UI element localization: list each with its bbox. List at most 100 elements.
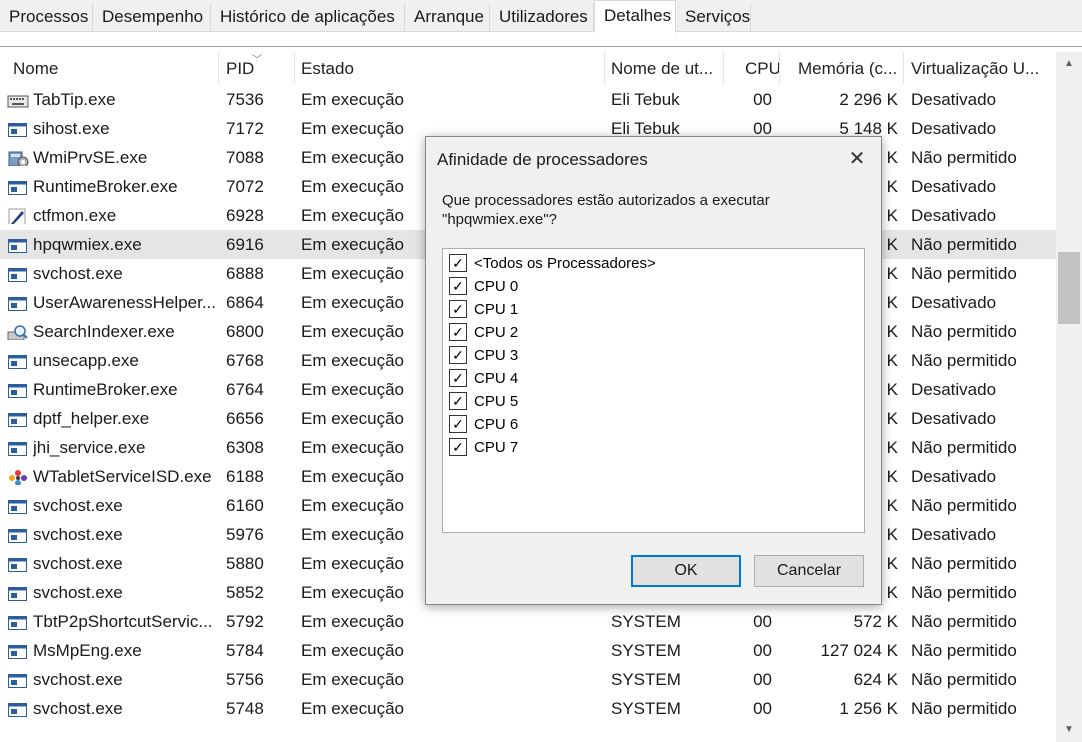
- tab-arranque[interactable]: Arranque: [405, 3, 490, 31]
- window-app-icon: [7, 380, 29, 398]
- process-pid: 5748: [226, 699, 264, 718]
- column-header-user[interactable]: Nome de ut...: [605, 52, 724, 84]
- process-virtualization: Desativado: [911, 293, 997, 312]
- process-name: RuntimeBroker.exe: [33, 380, 178, 399]
- close-icon[interactable]: ✕: [838, 144, 876, 174]
- table-row[interactable]: svchost.exe 5756 Em execução SYSTEM 00 624 K N…: [0, 665, 1056, 694]
- process-virtualization: Desativado: [911, 467, 997, 486]
- process-pid: 6928: [226, 206, 264, 225]
- tab-processos[interactable]: Processos: [0, 3, 93, 31]
- tab-historico[interactable]: Histórico de aplicações: [211, 3, 405, 31]
- process-cpu: 00: [753, 670, 772, 689]
- tab-desempenho[interactable]: Desempenho: [93, 3, 211, 31]
- process-name: svchost.exe: [33, 699, 123, 718]
- cpu-label: CPU 5: [474, 393, 519, 410]
- process-name: sihost.exe: [33, 119, 110, 138]
- tab-servicos[interactable]: Serviços: [676, 3, 751, 31]
- column-header-virtualization[interactable]: Virtualização U...: [904, 52, 1056, 84]
- scroll-down-icon[interactable]: ▼: [1056, 718, 1082, 742]
- process-pid: 6308: [226, 438, 264, 457]
- checkbox[interactable]: ✓: [449, 254, 467, 272]
- window-app-icon: [7, 119, 29, 137]
- process-name: dptf_helper.exe: [33, 409, 150, 428]
- process-pid: 7072: [226, 177, 264, 196]
- scroll-up-icon[interactable]: ▲: [1056, 52, 1082, 76]
- ok-button[interactable]: OK: [631, 555, 741, 587]
- checkbox[interactable]: ✓: [449, 277, 467, 295]
- cpu-label: CPU 3: [474, 347, 519, 364]
- process-user: SYSTEM: [611, 699, 681, 718]
- column-header-name[interactable]: Nome: [0, 52, 219, 84]
- checkbox[interactable]: ✓: [449, 392, 467, 410]
- checkbox[interactable]: ✓: [449, 415, 467, 433]
- checkbox[interactable]: ✓: [449, 438, 467, 456]
- table-row[interactable]: TbtP2pShortcutServic... 5792 Em execução SY…: [0, 607, 1056, 636]
- process-virtualization: Desativado: [911, 177, 997, 196]
- process-state: Em execução: [301, 641, 404, 660]
- process-pid: 6916: [226, 235, 264, 254]
- process-cpu: 00: [753, 90, 772, 109]
- process-virtualization: Não permitido: [911, 699, 1017, 718]
- column-header-cpu[interactable]: CPU: [724, 52, 780, 84]
- process-name: RuntimeBroker.exe: [33, 177, 178, 196]
- window-app-icon: [7, 554, 29, 572]
- process-virtualization: Não permitido: [911, 554, 1017, 573]
- cpu-label: <Todos os Processadores>: [474, 255, 656, 272]
- keyboard-icon: [7, 90, 29, 108]
- cpu-label: CPU 6: [474, 416, 519, 433]
- process-name: ctfmon.exe: [33, 206, 117, 225]
- table-row[interactable]: svchost.exe 5748 Em execução SYSTEM 00 1 256 …: [0, 694, 1056, 723]
- process-pid: 6188: [226, 467, 264, 486]
- process-virtualization: Não permitido: [911, 670, 1017, 689]
- process-virtualization: Não permitido: [911, 612, 1017, 631]
- table-row[interactable]: TabTip.exe 7536 Em execução Eli Tebuk 00 2 29…: [0, 85, 1056, 114]
- checkbox[interactable]: ✓: [449, 300, 467, 318]
- process-virtualization: Não permitido: [911, 496, 1017, 515]
- window-app-icon: [7, 293, 29, 311]
- process-pid: 7088: [226, 148, 264, 167]
- process-pid: 5784: [226, 641, 264, 660]
- process-name: svchost.exe: [33, 583, 123, 602]
- process-name: UserAwarenessHelper...: [33, 293, 216, 312]
- wacom-icon: [7, 467, 29, 485]
- window-app-icon: [7, 583, 29, 601]
- process-virtualization: Não permitido: [911, 264, 1017, 283]
- process-user: SYSTEM: [611, 641, 681, 660]
- process-user: SYSTEM: [611, 670, 681, 689]
- process-pid: 6160: [226, 496, 264, 515]
- process-pid: 6800: [226, 322, 264, 341]
- process-pid: 5756: [226, 670, 264, 689]
- scrollbar-thumb[interactable]: [1058, 252, 1080, 324]
- dialog-question: Que processadores estão autorizados a ex…: [442, 192, 770, 228]
- process-name: SearchIndexer.exe: [33, 322, 175, 341]
- process-memory: 1 256 K: [839, 699, 898, 718]
- process-virtualization: Desativado: [911, 525, 997, 544]
- process-pid: 7536: [226, 90, 264, 109]
- column-header-memory[interactable]: Memória (c...: [780, 52, 904, 84]
- checkbox[interactable]: ✓: [449, 346, 467, 364]
- cancel-button[interactable]: Cancelar: [754, 555, 864, 587]
- tab-utilizadores[interactable]: Utilizadores: [490, 3, 594, 31]
- vertical-scrollbar[interactable]: ▲ ▼: [1056, 52, 1082, 742]
- process-pid: 6768: [226, 351, 264, 370]
- process-virtualization: Não permitido: [911, 438, 1017, 457]
- process-state: Em execução: [301, 90, 404, 109]
- table-row[interactable]: MsMpEng.exe 5784 Em execução SYSTEM 00 127 02…: [0, 636, 1056, 665]
- cpu-label: CPU 7: [474, 439, 519, 456]
- process-name: unsecapp.exe: [33, 351, 139, 370]
- checkbox[interactable]: ✓: [449, 369, 467, 387]
- tab-detalhes[interactable]: Detalhes: [594, 0, 676, 33]
- process-pid: 6764: [226, 380, 264, 399]
- process-virtualization: Não permitido: [911, 148, 1017, 167]
- process-virtualization: Não permitido: [911, 322, 1017, 341]
- process-cpu: 00: [753, 612, 772, 631]
- column-header-state[interactable]: Estado: [295, 52, 605, 84]
- window-app-icon: [7, 351, 29, 369]
- window-app-icon: [7, 641, 29, 659]
- process-virtualization: Desativado: [911, 119, 997, 138]
- process-memory: 127 024 K: [820, 641, 898, 660]
- checkbox[interactable]: ✓: [449, 323, 467, 341]
- process-pid: 5792: [226, 612, 264, 631]
- process-name: svchost.exe: [33, 496, 123, 515]
- process-pid: 5852: [226, 583, 264, 602]
